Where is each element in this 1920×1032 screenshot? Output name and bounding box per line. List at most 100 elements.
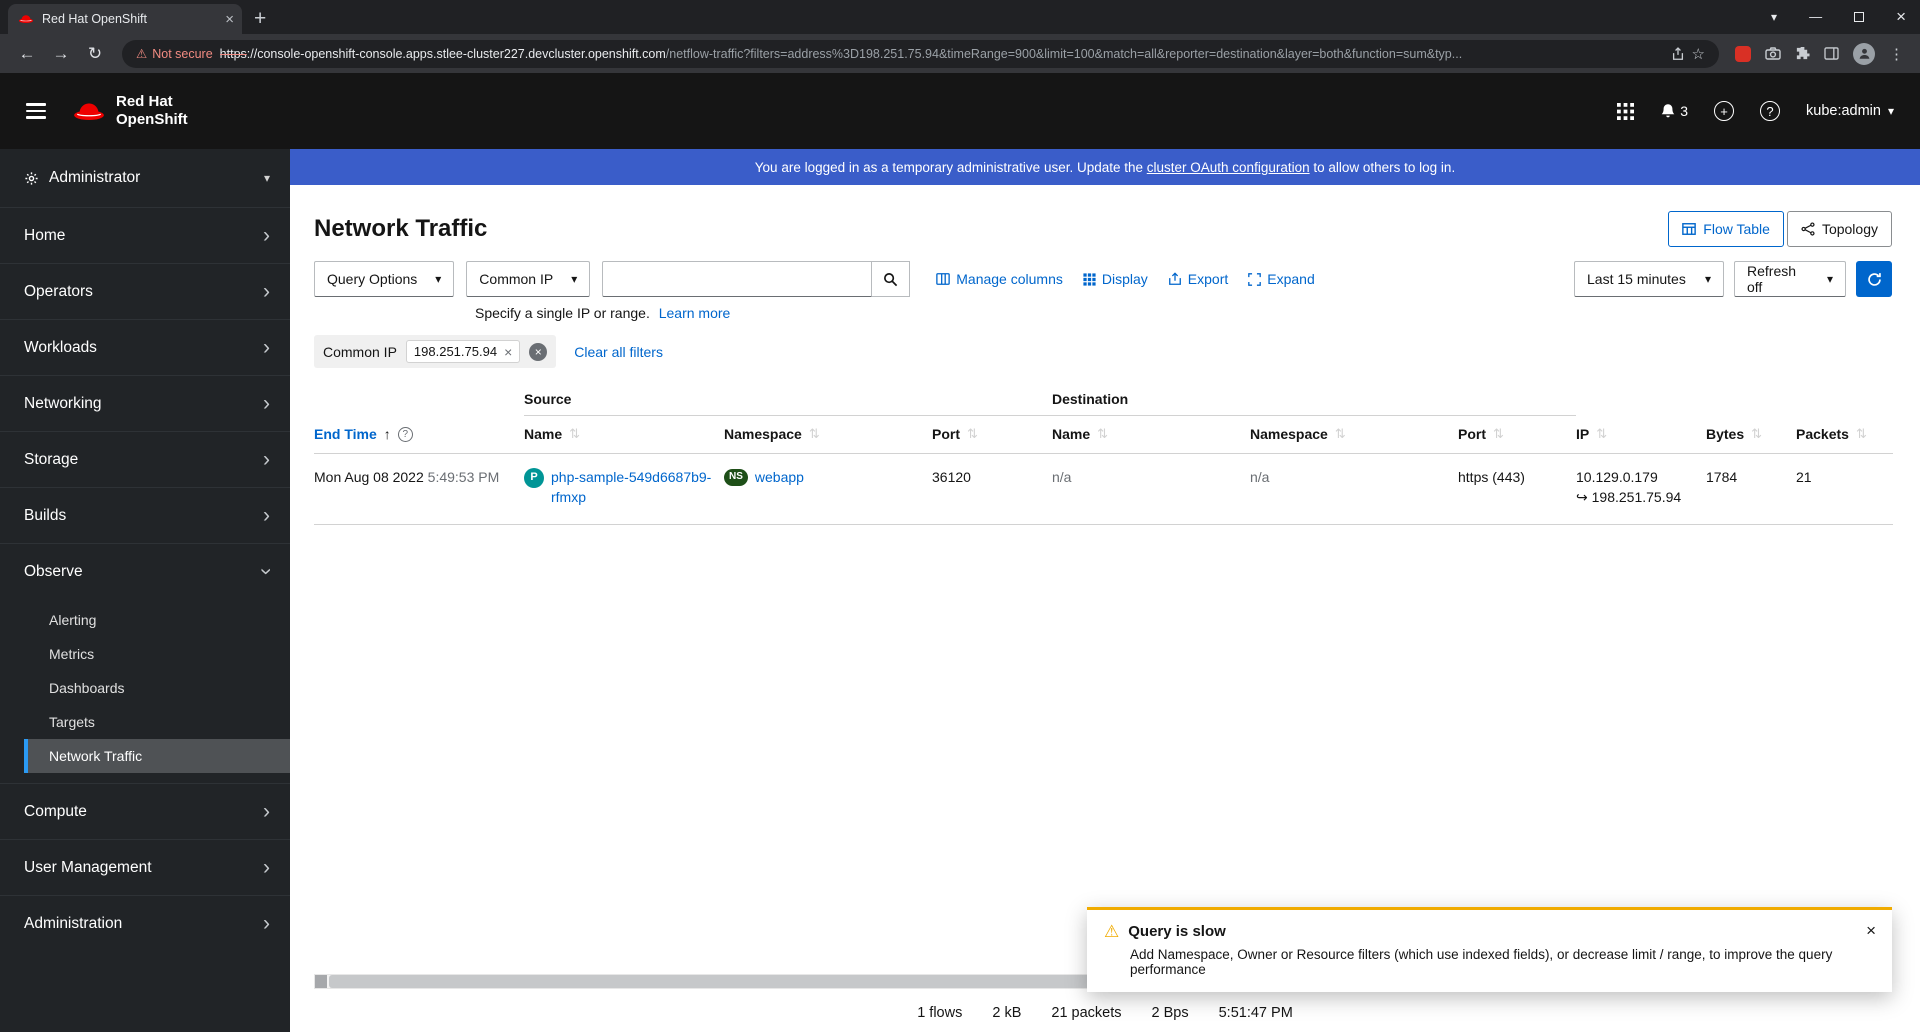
window-maximize-button[interactable]: [1854, 11, 1865, 22]
column-header-ip[interactable]: IP ⇅: [1576, 416, 1706, 453]
sidebar-item-user-management[interactable]: User Management ›: [0, 839, 290, 895]
quick-create-plus-icon[interactable]: +: [1714, 101, 1734, 121]
export-button[interactable]: Export: [1168, 271, 1228, 287]
sidebar-item-operators[interactable]: Operators ›: [0, 263, 290, 319]
learn-more-link[interactable]: Learn more: [659, 305, 731, 321]
column-header-dest-name[interactable]: Name ⇅: [1052, 416, 1250, 453]
observe-subnav: Alerting Metrics Dashboards Targets Netw…: [24, 599, 290, 783]
chip-remove-icon[interactable]: ×: [504, 345, 512, 359]
chevron-right-icon: ›: [263, 224, 270, 247]
source-pod-link[interactable]: php-sample-549d6687b9-rfmxp: [551, 467, 712, 508]
user-menu[interactable]: kube:admin ▾: [1806, 103, 1894, 119]
url-text[interactable]: https://console-openshift-console.apps.s…: [220, 47, 1664, 61]
expand-label: Expand: [1267, 271, 1315, 287]
display-button[interactable]: Display: [1083, 271, 1148, 287]
bookmark-star-icon[interactable]: ☆: [1692, 45, 1705, 63]
brand-text-bottom: OpenShift: [116, 111, 188, 128]
sidebar-item-targets[interactable]: Targets: [24, 705, 290, 739]
window-minimize-button[interactable]: —: [1809, 9, 1822, 24]
security-status[interactable]: ⚠ Not secure: [136, 46, 213, 62]
help-icon[interactable]: ?: [1760, 101, 1780, 121]
profile-avatar[interactable]: [1853, 42, 1875, 65]
sidebar-item-home[interactable]: Home ›: [0, 207, 290, 263]
sidebar-item-observe[interactable]: Observe ›: [0, 543, 290, 599]
source-group-header: Source: [524, 391, 1052, 416]
refresh-now-button[interactable]: [1856, 261, 1892, 297]
sidebar-item-administration[interactable]: Administration ›: [0, 895, 290, 951]
toast-close-icon[interactable]: ×: [1866, 922, 1876, 939]
notifications-bell[interactable]: 3: [1660, 103, 1688, 120]
sidebar-item-alerting[interactable]: Alerting: [24, 603, 290, 637]
stat-packets: 21 packets: [1051, 1005, 1122, 1021]
new-tab-button[interactable]: +: [254, 8, 266, 29]
sidebar-item-metrics[interactable]: Metrics: [24, 637, 290, 671]
sidebar-item-builds[interactable]: Builds ›: [0, 487, 290, 543]
forward-button[interactable]: →: [46, 44, 76, 64]
tab-close-icon[interactable]: ×: [225, 12, 234, 27]
sidebar-item-label: Workloads: [24, 338, 97, 356]
screenshot-camera-icon[interactable]: [1765, 47, 1781, 60]
column-header-source-port[interactable]: Port ⇅: [932, 416, 1052, 453]
column-header-packets[interactable]: Packets ⇅: [1796, 416, 1893, 453]
filter-chip-group: Common IP 198.251.75.94 × ×: [314, 335, 557, 368]
tab-search-icon[interactable]: ▾: [1771, 10, 1777, 24]
namespace-badge: NS: [724, 469, 748, 486]
end-time-help-icon[interactable]: ?: [397, 426, 413, 442]
sidebar-item-label: Builds: [24, 506, 67, 524]
column-header-end-time[interactable]: End Time ↑ ?: [314, 416, 524, 453]
extensions-puzzle-icon[interactable]: [1795, 46, 1810, 61]
sidebar-item-storage[interactable]: Storage ›: [0, 431, 290, 487]
back-button[interactable]: ←: [12, 44, 42, 64]
extension-icon-red[interactable]: [1735, 45, 1751, 62]
table-row[interactable]: Mon Aug 08 2022 5:49:53 PM P php-sample-…: [314, 454, 1893, 525]
filter-type-dropdown[interactable]: Common IP ▾: [466, 261, 591, 297]
sidebar-item-dashboards[interactable]: Dashboards: [24, 671, 290, 705]
sidebar-item-network-traffic[interactable]: Network Traffic: [24, 739, 290, 773]
sort-icon: ⇅: [1334, 426, 1346, 441]
reload-button[interactable]: ↻: [80, 44, 110, 64]
search-button[interactable]: [872, 261, 911, 297]
window-close-button[interactable]: ×: [1896, 8, 1906, 25]
destination-group-header: Destination: [1052, 391, 1576, 416]
query-slow-toast: ⚠ Query is slow Add Namespace, Owner or …: [1087, 907, 1892, 992]
ip-filter-input[interactable]: [602, 261, 873, 297]
end-time-time: 5:49:53 PM: [427, 469, 500, 485]
column-header-source-namespace[interactable]: Namespace ⇅: [724, 416, 932, 453]
source-namespace-link[interactable]: webapp: [755, 467, 804, 487]
flow-table-button[interactable]: Flow Table: [1668, 211, 1784, 247]
browser-menu-icon[interactable]: ⋮: [1889, 45, 1904, 63]
brand-logo[interactable]: Red Hat OpenShift: [72, 93, 188, 129]
sidebar-item-compute[interactable]: Compute ›: [0, 783, 290, 839]
header-label: Namespace: [724, 426, 802, 442]
time-range-dropdown[interactable]: Last 15 minutes ▾: [1574, 261, 1724, 297]
refresh-interval-dropdown[interactable]: Refresh off ▾: [1734, 261, 1846, 297]
masthead: Red Hat OpenShift 3 + ? kube:admin ▾: [0, 73, 1920, 149]
sidebar-item-label: Observe: [24, 562, 83, 580]
manage-columns-button[interactable]: Manage columns: [936, 271, 1063, 287]
scrollbar-left-cap[interactable]: [315, 975, 327, 988]
column-header-dest-namespace[interactable]: Namespace ⇅: [1250, 416, 1458, 453]
share-icon[interactable]: [1671, 46, 1685, 61]
browser-tab[interactable]: Red Hat OpenShift ×: [8, 4, 242, 34]
not-secure-label: Not secure: [152, 46, 213, 61]
column-header-source-name[interactable]: Name ⇅: [524, 416, 724, 453]
column-header-dest-port[interactable]: Port ⇅: [1458, 416, 1576, 453]
expand-button[interactable]: Expand: [1248, 271, 1315, 287]
address-bar[interactable]: ⚠ Not secure https://console-openshift-c…: [122, 39, 1719, 68]
chip-group-clear-icon[interactable]: ×: [529, 342, 548, 361]
sidebar-item-workloads[interactable]: Workloads ›: [0, 319, 290, 375]
topology-button[interactable]: Topology: [1786, 211, 1892, 247]
sort-icon: ⇅: [1097, 426, 1109, 441]
app-launcher-grid-icon[interactable]: [1617, 102, 1635, 120]
sidebar-item-networking[interactable]: Networking ›: [0, 375, 290, 431]
filter-chip[interactable]: 198.251.75.94 ×: [405, 340, 521, 363]
topology-label: Topology: [1821, 221, 1878, 237]
oauth-config-link[interactable]: cluster OAuth configuration: [1147, 160, 1310, 175]
query-options-dropdown[interactable]: Query Options ▾: [314, 261, 455, 297]
column-header-bytes[interactable]: Bytes ⇅: [1706, 416, 1796, 453]
perspective-switcher[interactable]: Administrator ▾: [0, 149, 290, 207]
nav-toggle-hamburger-icon[interactable]: [26, 103, 46, 119]
side-panel-icon[interactable]: [1824, 47, 1839, 60]
clear-all-filters-link[interactable]: Clear all filters: [574, 344, 663, 360]
stat-size: 2 kB: [992, 1005, 1022, 1021]
